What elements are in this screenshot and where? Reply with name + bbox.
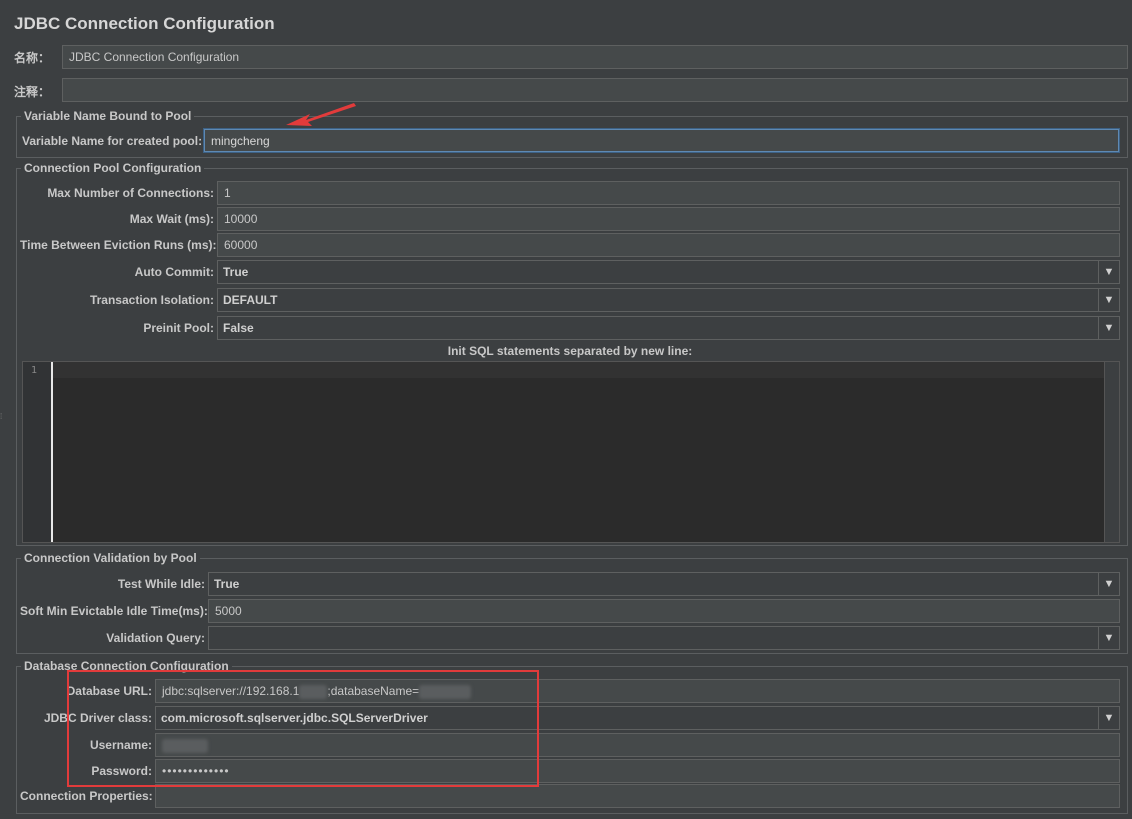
max-connections-input[interactable]: 1 xyxy=(217,181,1120,205)
red-annotation-arrow xyxy=(286,103,356,126)
test-idle-value: True xyxy=(214,577,240,591)
init-sql-editor[interactable]: 1 xyxy=(22,361,1120,543)
init-sql-label: Init SQL statements separated by new lin… xyxy=(447,344,693,358)
text-caret xyxy=(51,362,53,542)
isolation-select[interactable]: DEFAULT ▼ xyxy=(217,288,1120,312)
soft-min-label: Soft Min Evictable Idle Time(ms): xyxy=(20,604,208,618)
dropdown-arrow-icon[interactable]: ▼ xyxy=(1098,627,1119,649)
preinit-select[interactable]: False ▼ xyxy=(217,316,1120,340)
preinit-value: False xyxy=(223,321,254,335)
max-wait-input[interactable]: 10000 xyxy=(217,207,1120,231)
auto-commit-select[interactable]: True ▼ xyxy=(217,260,1120,284)
pool-group-title: Connection Pool Configuration xyxy=(21,161,205,175)
max-wait-label: Max Wait (ms): xyxy=(129,212,214,226)
isolation-label: Transaction Isolation: xyxy=(89,293,214,307)
test-idle-label: Test While Idle: xyxy=(117,577,205,591)
name-label: 名称： xyxy=(14,51,51,65)
dropdown-arrow-icon[interactable]: ▼ xyxy=(1098,707,1119,729)
line-number: 1 xyxy=(30,365,37,376)
test-idle-select[interactable]: True ▼ xyxy=(208,572,1120,596)
dropdown-arrow-icon[interactable]: ▼ xyxy=(1098,261,1119,283)
validation-query-label: Validation Query: xyxy=(106,631,205,645)
editor-scrollbar[interactable] xyxy=(1104,362,1119,542)
eviction-input[interactable]: 60000 xyxy=(217,233,1120,257)
connection-properties-label: Connection Properties: xyxy=(20,789,153,803)
eviction-label: Time Between Eviction Runs (ms): xyxy=(20,238,217,252)
comment-label: 注释： xyxy=(14,85,51,99)
soft-min-input[interactable]: 5000 xyxy=(208,599,1120,623)
isolation-value: DEFAULT xyxy=(223,293,278,307)
auto-commit-value: True xyxy=(223,265,249,279)
auto-commit-label: Auto Commit: xyxy=(134,265,214,279)
max-connections-label: Max Number of Connections: xyxy=(47,186,214,200)
variable-group-title: Variable Name Bound to Pool xyxy=(21,109,195,123)
dropdown-arrow-icon[interactable]: ▼ xyxy=(1098,573,1119,595)
variable-name-label: Variable Name for created pool: xyxy=(22,134,203,148)
comment-field[interactable] xyxy=(62,78,1128,102)
name-field[interactable]: JDBC Connection Configuration xyxy=(62,45,1128,69)
current-line-highlight xyxy=(53,362,1105,378)
validation-group-title: Connection Validation by Pool xyxy=(21,551,200,565)
dropdown-arrow-icon[interactable]: ▼ xyxy=(1098,289,1119,311)
split-handle[interactable]: ⁞ xyxy=(0,412,3,426)
connection-properties-input[interactable] xyxy=(155,784,1120,808)
dropdown-arrow-icon[interactable]: ▼ xyxy=(1098,317,1119,339)
panel-title: JDBC Connection Configuration xyxy=(14,14,275,33)
preinit-label: Preinit Pool: xyxy=(143,321,214,335)
validation-query-select[interactable]: ▼ xyxy=(208,626,1120,650)
red-highlight-box xyxy=(67,670,539,787)
line-number-gutter: 1 xyxy=(23,362,52,542)
